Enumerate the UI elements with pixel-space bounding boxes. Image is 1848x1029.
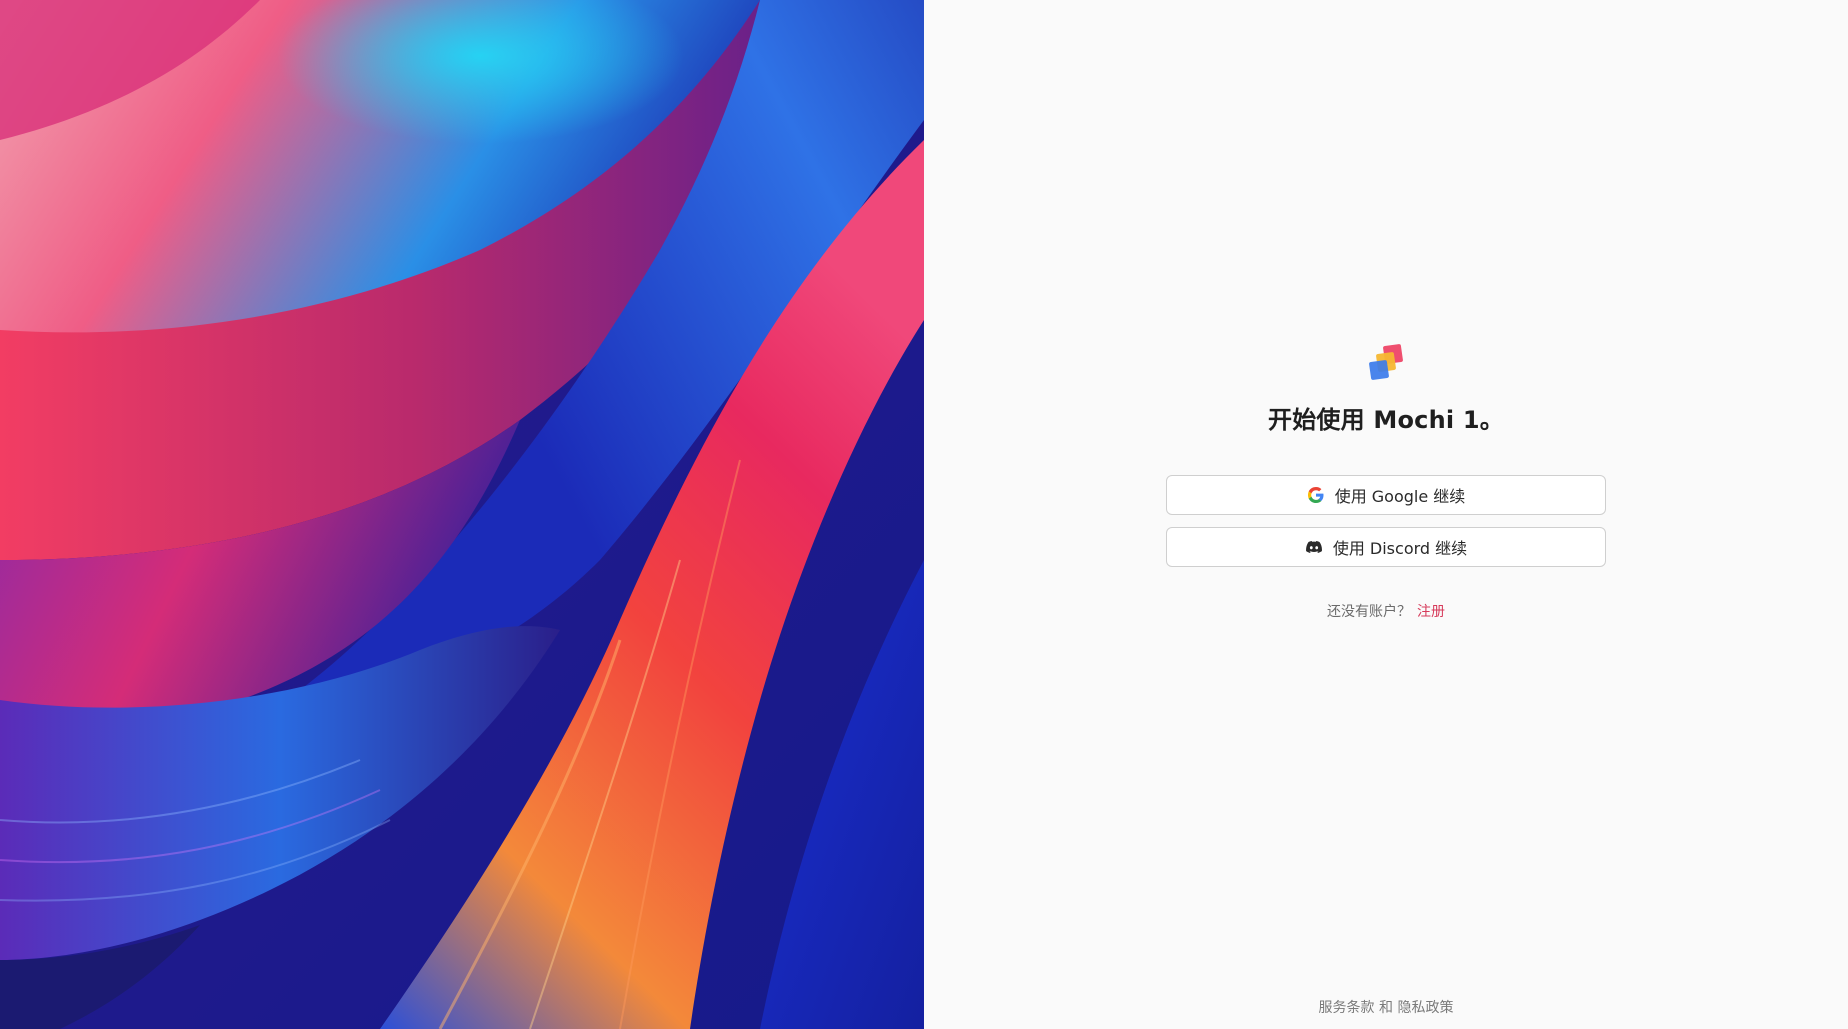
terms-of-service-link[interactable]: 服务条款 bbox=[1319, 1000, 1375, 1016]
discord-icon bbox=[1305, 538, 1323, 556]
auth-form: 开始使用 Mochi 1。 使用 Google 继续 使用 Discord 继续… bbox=[924, 340, 1848, 621]
page-title: 开始使用 Mochi 1。 bbox=[1268, 406, 1504, 434]
signup-prompt: 还没有账户？ 注册 bbox=[1327, 601, 1445, 621]
hero-artwork bbox=[0, 0, 924, 1029]
auth-panel: 开始使用 Mochi 1。 使用 Google 继续 使用 Discord 继续… bbox=[924, 0, 1848, 1029]
discord-signin-button[interactable]: 使用 Discord 继续 bbox=[1166, 527, 1606, 567]
google-signin-button[interactable]: 使用 Google 继续 bbox=[1166, 475, 1606, 515]
google-icon bbox=[1307, 486, 1325, 504]
signup-link[interactable]: 注册 bbox=[1417, 604, 1445, 620]
privacy-policy-link[interactable]: 隐私政策 bbox=[1397, 1000, 1453, 1016]
footer-and-text: 和 bbox=[1379, 1000, 1393, 1016]
discord-signin-label: 使用 Discord 继续 bbox=[1332, 539, 1468, 558]
footer-links: 服务条款 和 隐私政策 bbox=[924, 997, 1848, 1017]
abstract-waves-image bbox=[0, 0, 924, 1029]
login-page: 开始使用 Mochi 1。 使用 Google 继续 使用 Discord 继续… bbox=[0, 0, 1848, 1029]
mochi-logo-icon bbox=[1369, 344, 1403, 380]
signup-prompt-text: 还没有账户？ bbox=[1327, 604, 1411, 620]
google-signin-label: 使用 Google 继续 bbox=[1334, 487, 1466, 506]
